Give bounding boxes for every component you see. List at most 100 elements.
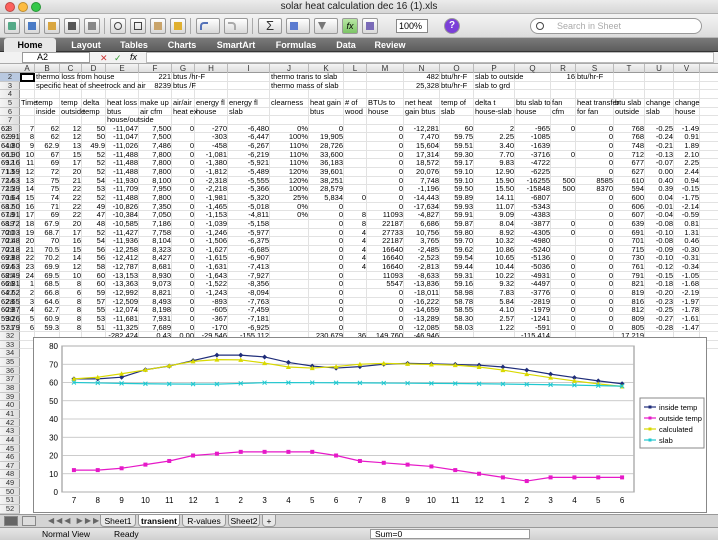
status-bar: Normal View Ready Sum=0 — [0, 527, 718, 540]
sheet-tab-sheet2[interactable]: Sheet2 — [228, 515, 260, 527]
x-tick-label: 10 — [141, 496, 150, 505]
ribbon-tab-layout[interactable]: Layout — [66, 38, 106, 52]
templates-button[interactable] — [24, 18, 40, 34]
table-cell: 53 — [96, 313, 105, 323]
save-button[interactable] — [64, 18, 80, 34]
add-sheet-button[interactable]: + — [262, 515, 276, 527]
table-cell: -1,981 — [205, 192, 227, 202]
temperature-chart[interactable]: 0 10 20 30 40 50 60 70 80 7 8 9 10 11 12 1 2 3 4 5 6 7 8 9 10 11 1… — [33, 337, 707, 513]
table-cell: -2.19 — [681, 288, 699, 297]
cell-k5: heat gain — [310, 97, 341, 107]
cell-r6: cfm — [552, 106, 565, 116]
cell-c5: temp — [61, 97, 78, 107]
fx-icon[interactable]: fx — [130, 52, 137, 62]
search-input[interactable]: Search in Sheet — [530, 18, 702, 34]
ribbon-tab-tables[interactable]: Tables — [112, 38, 156, 52]
table-cell: 13 — [72, 141, 81, 151]
format-painter-button[interactable] — [170, 18, 186, 34]
row-header-52[interactable]: 52 — [0, 505, 20, 514]
ribbon-tab-smartart[interactable]: SmartArt — [208, 38, 264, 52]
legend-marker — [648, 416, 652, 420]
page-layout-view-icon[interactable] — [22, 516, 36, 526]
sort-button[interactable] — [286, 18, 310, 34]
column-header-i[interactable]: I — [228, 64, 270, 73]
table-cell: 7,931 — [152, 313, 171, 323]
toolbox-button[interactable] — [362, 18, 378, 34]
ribbon-tab-home[interactable]: Home — [4, 38, 56, 52]
table-cell: 0 — [608, 192, 613, 202]
ready-status: Ready — [114, 529, 139, 539]
cell-n5: net heat — [405, 97, 433, 107]
table-cell: 1.89 — [684, 141, 699, 151]
sheet-tab-sheet1[interactable]: Sheet1 — [100, 515, 136, 527]
table-cell: 4 — [361, 262, 366, 272]
table-cell: -11,488 — [113, 192, 138, 202]
ribbon-tab-charts[interactable]: Charts — [160, 38, 204, 52]
table-cell: -0.34 — [681, 262, 699, 272]
sheet-tab-transient[interactable]: transient — [138, 515, 180, 527]
x-tick-label: 1 — [215, 496, 220, 505]
column-header-u[interactable]: U — [645, 64, 674, 73]
table-cell: 0 — [608, 322, 613, 332]
zoom-field[interactable]: 100% — [396, 19, 428, 33]
table-cell: 819 — [631, 288, 644, 297]
table-cell: 8 — [76, 322, 81, 332]
cell-q5: btu slab to — [516, 97, 551, 107]
table-cell: -12,787 — [112, 262, 138, 272]
column-header-m[interactable]: M — [367, 64, 404, 73]
table-cell: 0 — [398, 313, 403, 323]
cancel-formula-icon[interactable]: ✕ — [100, 53, 108, 64]
formula-builder-button[interactable]: fx — [342, 18, 358, 34]
table-cell: 70 — [50, 236, 59, 246]
ribbon-tab-formulas[interactable]: Formulas — [270, 38, 322, 52]
sheet-nav-arrows-icon[interactable]: ◀◀◀ ▶▶▶ — [48, 516, 101, 525]
name-box[interactable]: A2 — [22, 52, 90, 63]
new-workbook-button[interactable] — [4, 18, 20, 34]
cell-o6: slab — [441, 106, 455, 116]
table-cell: 57.79 — [1, 322, 20, 332]
ribbon-tab-bar: Home Layout Tables Charts SmartArt Formulas Da… — [0, 38, 718, 52]
table-cell: 0 — [570, 322, 575, 332]
legend-label: inside temp — [659, 403, 697, 412]
formula-input[interactable] — [146, 52, 714, 63]
cut-button[interactable] — [110, 18, 126, 34]
x-tick-label: 4 — [286, 496, 291, 505]
normal-view-icon[interactable] — [4, 516, 18, 526]
undo-button[interactable] — [196, 18, 220, 34]
help-button[interactable]: ? — [444, 18, 460, 34]
selected-cell[interactable] — [20, 73, 35, 82]
paste-button[interactable] — [150, 18, 166, 34]
table-cell: 6,686 — [420, 218, 439, 228]
table-cell: 0 — [338, 218, 343, 228]
sheet-tab-r-values[interactable]: R-values — [182, 515, 226, 527]
table-cell: 71.59 — [1, 167, 20, 177]
column-header-a[interactable]: A — [20, 64, 35, 73]
ribbon-tab-review[interactable]: Review — [370, 38, 410, 52]
column-header-v[interactable]: V — [674, 64, 700, 73]
redo-button[interactable] — [224, 18, 248, 34]
cell-o3: btu/hr-F — [441, 80, 468, 90]
table-cell: 809 — [631, 313, 644, 323]
data-point — [191, 453, 196, 458]
print-button[interactable] — [84, 18, 100, 34]
table-cell: 500 — [562, 184, 575, 194]
data-point — [572, 475, 577, 480]
filter-button[interactable] — [314, 18, 338, 34]
open-button[interactable] — [44, 18, 60, 34]
column-header-t[interactable]: T — [614, 64, 645, 73]
table-cell: 59.51 — [454, 141, 473, 151]
copy-button[interactable] — [130, 18, 146, 34]
data-point — [214, 451, 219, 456]
table-cell: -1,631 — [205, 262, 227, 272]
table-cell: -5036 — [530, 262, 550, 272]
column-header-l[interactable]: L — [344, 64, 367, 73]
data-point — [334, 453, 339, 458]
table-cell: -0.21 — [655, 141, 673, 151]
autosum-button[interactable]: Σ — [258, 18, 282, 34]
ribbon-tab-data[interactable]: Data — [330, 38, 362, 52]
data-point — [524, 479, 529, 484]
table-cell: 748 — [631, 141, 644, 151]
table-cell: 3.40 — [499, 141, 514, 151]
toolbar-divider — [252, 18, 253, 34]
accept-formula-icon[interactable]: ✓ — [114, 53, 122, 64]
